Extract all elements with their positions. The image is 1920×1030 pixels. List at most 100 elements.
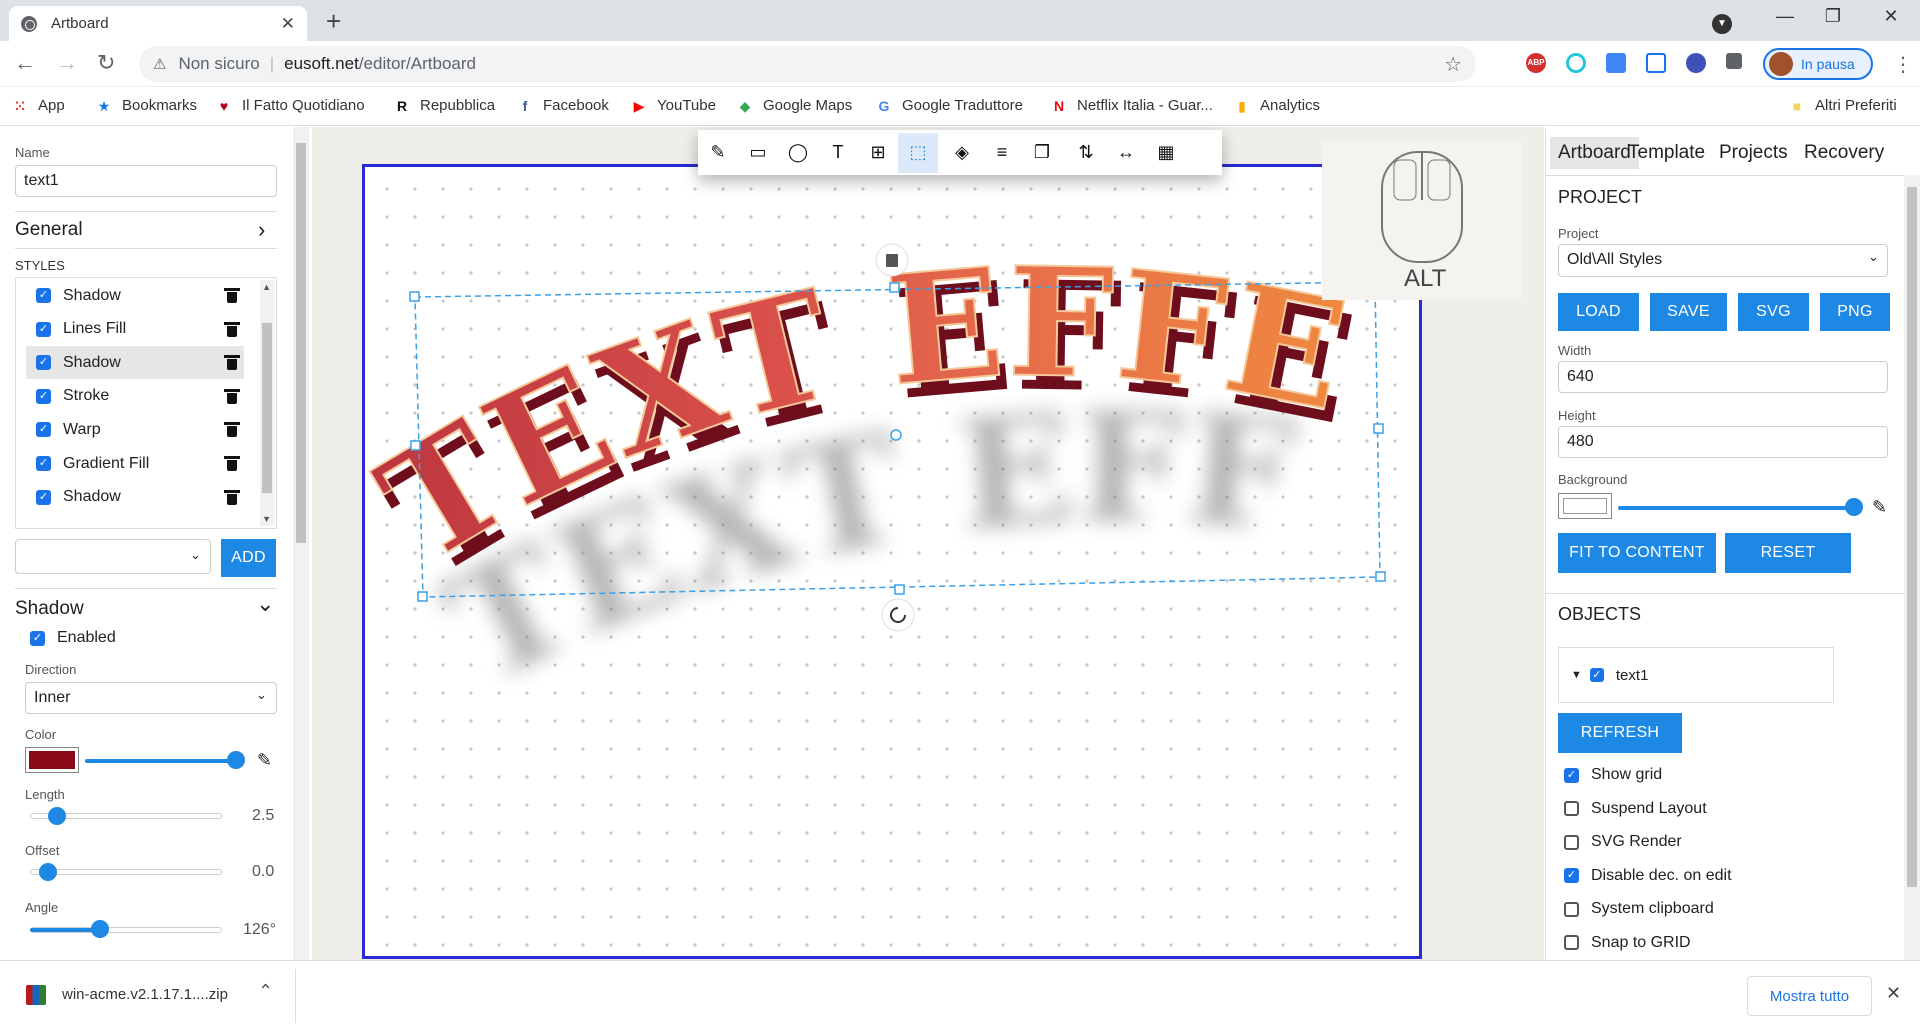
style-enabled-checkbox[interactable]: ✓: [36, 355, 51, 371]
eyedropper-icon[interactable]: ✎: [257, 750, 272, 771]
flip-horizontal-icon[interactable]: ↔: [1106, 133, 1146, 173]
style-type-select[interactable]: [15, 539, 211, 574]
checkbox[interactable]: [1564, 935, 1579, 950]
eyedropper-icon[interactable]: ✎: [1872, 497, 1887, 518]
option-disable-dec-on-edit[interactable]: ✓ Disable dec. on edit: [1564, 867, 1732, 885]
project-select[interactable]: Old\All Styles: [1558, 244, 1888, 277]
trash-icon[interactable]: [224, 355, 240, 371]
profile-button[interactable]: In pausa: [1763, 48, 1873, 80]
resize-handle[interactable]: [409, 291, 420, 302]
trash-icon[interactable]: [224, 321, 240, 337]
checkbox[interactable]: ✓: [1564, 868, 1579, 883]
rectangle-icon[interactable]: ▭: [738, 133, 778, 173]
menu-dots-icon[interactable]: ⋮: [1893, 52, 1913, 77]
duplicate-icon[interactable]: ❐: [1022, 133, 1062, 173]
fill-icon[interactable]: ◈: [942, 133, 982, 173]
adblock-icon[interactable]: ABP: [1526, 53, 1546, 73]
tab-recovery[interactable]: Recovery: [1796, 137, 1892, 169]
fit-to-content-button[interactable]: FIT TO CONTENT: [1558, 533, 1716, 573]
checkbox[interactable]: [1564, 901, 1579, 917]
forward-icon[interactable]: →: [56, 50, 78, 76]
style-item[interactable]: ✓ Shadow: [26, 481, 244, 514]
tab-projects[interactable]: Projects: [1711, 137, 1796, 169]
pivot-handle[interactable]: [890, 429, 902, 441]
trash-icon[interactable]: [224, 288, 240, 303]
object-tree-item[interactable]: text1: [1616, 667, 1649, 684]
tab-template[interactable]: Template: [1620, 137, 1713, 169]
resize-handle[interactable]: [894, 584, 905, 595]
offset-slider[interactable]: [30, 869, 222, 875]
option-show-grid[interactable]: ✓ Show grid: [1564, 766, 1662, 784]
style-enabled-checkbox[interactable]: ✓: [36, 288, 51, 303]
brush-icon[interactable]: ✎: [698, 133, 738, 173]
download-filename[interactable]: win-acme.v2.1.17.1....zip: [62, 986, 228, 1003]
bookmark-ilfatto[interactable]: ♥ Il Fatto Quotidiano: [216, 97, 365, 114]
screen-capture-icon[interactable]: [1646, 53, 1666, 73]
bookmark-youtube[interactable]: ▶ YouTube: [631, 97, 716, 114]
background-alpha-slider[interactable]: [1618, 506, 1856, 510]
style-enabled-checkbox[interactable]: ✓: [36, 489, 51, 505]
frame-icon[interactable]: ⊞: [858, 133, 898, 173]
option-suspend-layout[interactable]: Suspend Layout: [1564, 800, 1707, 818]
translate-extension-icon[interactable]: [1606, 53, 1626, 73]
style-item[interactable]: ✓ Lines Fill: [26, 313, 244, 346]
address-bar[interactable]: ⚠ Non sicuro | eusoft.net/editor/Artboar…: [139, 46, 1476, 82]
style-item[interactable]: ✓ Gradient Fill: [26, 447, 244, 480]
close-download-shelf-icon[interactable]: ✕: [1886, 983, 1901, 1004]
shadow-color-swatch[interactable]: [25, 747, 79, 773]
background-alpha-knob[interactable]: [1845, 498, 1863, 516]
left-scroll-thumb[interactable]: [296, 143, 306, 543]
close-window-button[interactable]: ✕: [1871, 6, 1911, 27]
grammarly-icon[interactable]: [1566, 53, 1586, 73]
maximize-button[interactable]: ❐: [1813, 6, 1853, 27]
browser-tab[interactable]: Artboard ✕: [9, 6, 307, 41]
general-section-header[interactable]: General: [15, 219, 83, 241]
style-item[interactable]: ✓ Stroke: [26, 380, 244, 413]
angle-slider-knob[interactable]: [91, 920, 110, 938]
option-snap-to-grid[interactable]: Snap to GRID: [1564, 934, 1691, 952]
bookmark-netflix[interactable]: N Netflix Italia - Guar...: [1051, 97, 1213, 114]
bring-front-icon[interactable]: ⇅: [1066, 133, 1106, 173]
style-item[interactable]: ✓ Warp: [26, 413, 244, 446]
reload-icon[interactable]: ↻: [97, 50, 115, 76]
extensions-puzzle-icon[interactable]: [1726, 53, 1742, 69]
text-icon[interactable]: T: [818, 133, 858, 173]
offset-slider-knob[interactable]: [38, 863, 57, 881]
bookmark-repubblica[interactable]: R Repubblica: [394, 97, 495, 114]
chevron-up-icon[interactable]: ⌃: [258, 981, 273, 1002]
option-system-clipboard[interactable]: System clipboard: [1564, 900, 1714, 918]
back-icon[interactable]: ←: [14, 50, 36, 76]
style-item[interactable]: ✓ Shadow: [26, 279, 244, 312]
trash-icon[interactable]: [224, 489, 240, 505]
style-enabled-checkbox[interactable]: ✓: [36, 388, 51, 404]
styles-scroll-thumb[interactable]: [262, 323, 272, 493]
direction-select[interactable]: Inner: [25, 682, 277, 714]
style-enabled-checkbox[interactable]: ✓: [36, 456, 51, 471]
trash-icon[interactable]: [224, 422, 240, 438]
name-input[interactable]: text1: [15, 165, 277, 197]
enabled-checkbox[interactable]: ✓ Enabled: [30, 629, 116, 647]
save-button[interactable]: SAVE: [1650, 293, 1727, 331]
transform-icon[interactable]: ⬚: [898, 132, 938, 173]
color-alpha-slider[interactable]: [85, 759, 235, 763]
height-input[interactable]: 480: [1558, 426, 1888, 458]
align-text-icon[interactable]: ≡: [982, 133, 1022, 173]
bookmark-facebook[interactable]: f Facebook: [517, 97, 609, 114]
show-all-downloads-button[interactable]: Mostra tutto: [1747, 976, 1872, 1016]
add-style-button[interactable]: ADD: [221, 539, 276, 577]
minimize-button[interactable]: —: [1765, 6, 1805, 27]
chevron-down-icon[interactable]: ⌄: [256, 591, 274, 617]
warning-icon[interactable]: ⚠: [153, 55, 166, 73]
rotate-handle[interactable]: [881, 598, 915, 632]
resize-handle[interactable]: [1375, 571, 1386, 582]
checkbox[interactable]: [1564, 834, 1579, 850]
resize-handle[interactable]: [1373, 423, 1384, 434]
shadow-section-header[interactable]: Shadow: [15, 598, 84, 620]
right-scroll-thumb[interactable]: [1907, 187, 1917, 887]
refresh-button[interactable]: REFRESH: [1558, 713, 1682, 753]
option-svg-render[interactable]: SVG Render: [1564, 833, 1682, 851]
png-export-button[interactable]: PNG: [1820, 293, 1890, 331]
new-tab-button[interactable]: +: [326, 6, 341, 36]
artboard[interactable]: TEXT EFFECTS TEXT EFFECTS TEXT EFFECTS: [362, 164, 1422, 959]
trash-icon[interactable]: [224, 388, 240, 404]
